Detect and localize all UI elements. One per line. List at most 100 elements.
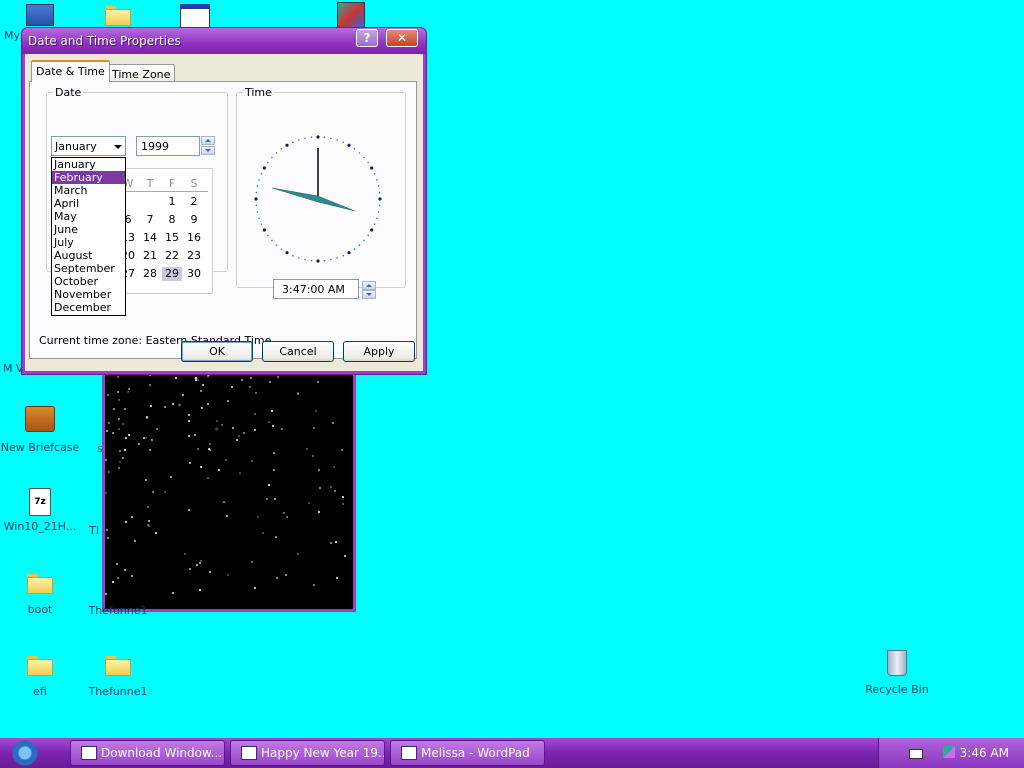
star-dot: [187, 419, 190, 422]
month-dropdown[interactable]: January: [51, 136, 126, 156]
star-dot: [111, 431, 114, 434]
star-dot: [175, 377, 178, 380]
minute-mark: [267, 234, 269, 237]
taskbar-item-happy-new-year[interactable]: Happy New Year 19...: [230, 740, 385, 766]
time-spin-up[interactable]: [362, 281, 376, 290]
star-dot: [207, 477, 210, 480]
taskbar-item-download[interactable]: Download Window...: [70, 740, 225, 766]
year-spin-down[interactable]: [201, 146, 215, 155]
desktop-icon-folder-top[interactable]: [78, 6, 158, 29]
minute-mark: [323, 259, 326, 262]
close-button[interactable]: ✕: [386, 29, 418, 47]
star-dot: [274, 497, 277, 500]
calendar-day[interactable]: 21: [140, 249, 160, 263]
star-dot: [238, 472, 241, 475]
keyboard-icon[interactable]: [909, 749, 923, 759]
month-option[interactable]: May: [52, 210, 125, 223]
desktop-icon-recycle-bin[interactable]: Recycle Bin: [857, 650, 937, 696]
star-dot: [198, 561, 201, 564]
calendar-day[interactable]: 7: [140, 213, 160, 227]
calendar-day[interactable]: 9: [184, 213, 204, 227]
desktop-icon-thefunne1[interactable]: Thefunne1: [78, 604, 158, 617]
month-option-highlighted[interactable]: February: [52, 171, 125, 184]
window-icon[interactable]: [180, 4, 210, 28]
star-dot: [221, 423, 224, 426]
star-dot: [296, 393, 299, 396]
calendar-day[interactable]: 15: [162, 231, 182, 245]
dialog-titlebar[interactable]: Date and Time Properties ? ✕: [22, 28, 426, 54]
desktop-icon-efi[interactable]: efi: [0, 656, 80, 698]
year-spin-up[interactable]: [201, 136, 215, 145]
star-dot: [199, 466, 202, 469]
desktop-icon-thefunne1-bottom[interactable]: Thefunne1: [78, 656, 158, 698]
month-option[interactable]: April: [52, 197, 125, 210]
star-dot: [163, 491, 166, 494]
star-dot: [151, 491, 154, 494]
desktop-icon-partial-s[interactable]: s: [60, 442, 140, 455]
calendar-day[interactable]: 22: [162, 249, 182, 263]
calendar-day[interactable]: 14: [140, 231, 160, 245]
star-dot: [318, 469, 321, 472]
hour-mark: [347, 143, 351, 147]
minute-mark: [378, 204, 381, 207]
month-dropdown-list[interactable]: January February March April May June Ju…: [51, 157, 126, 316]
minute-mark: [255, 204, 258, 207]
time-field[interactable]: 3:47:00 AM: [273, 279, 359, 299]
minute-mark: [260, 172, 263, 175]
ok-button[interactable]: OK: [181, 341, 253, 362]
year-field[interactable]: 1999: [136, 136, 200, 156]
star-dot: [128, 388, 131, 391]
apply-button[interactable]: Apply: [343, 341, 415, 362]
calendar-day[interactable]: 28: [140, 267, 160, 281]
briefcase-icon: [25, 406, 55, 432]
calendar-day[interactable]: 16: [184, 231, 204, 245]
desktop-icon-label: Thefunne1: [88, 604, 148, 617]
month-option[interactable]: June: [52, 223, 125, 236]
month-option[interactable]: December: [52, 301, 125, 314]
month-option[interactable]: January: [52, 158, 125, 171]
tab-time-zone[interactable]: Time Zone: [107, 64, 176, 82]
background-animation-window[interactable]: [102, 366, 356, 612]
hour-mark: [262, 228, 266, 232]
star-dot: [197, 447, 200, 450]
cancel-button[interactable]: Cancel: [262, 341, 334, 362]
taskbar-clock[interactable]: 3:46 AM: [960, 746, 1009, 760]
month-option[interactable]: November: [52, 288, 125, 301]
star-dot: [253, 587, 256, 590]
calendar-day[interactable]: 30: [184, 267, 204, 281]
star-dot: [340, 449, 343, 452]
star-dot: [199, 589, 202, 592]
calendar-day[interactable]: 23: [184, 249, 204, 263]
month-option[interactable]: August: [52, 249, 125, 262]
calendar-day-selected[interactable]: 29: [162, 267, 182, 281]
chevron-down-icon[interactable]: [114, 145, 122, 149]
network-icon[interactable]: [943, 746, 955, 758]
hour-mark: [254, 197, 258, 201]
star-dot: [285, 515, 288, 518]
star-dot: [116, 563, 119, 566]
star-dot: [250, 560, 253, 563]
month-option[interactable]: October: [52, 275, 125, 288]
calendar-day[interactable]: 2: [184, 195, 204, 209]
time-spin-down[interactable]: [362, 290, 376, 299]
star-dot: [117, 399, 120, 402]
taskbar: Download Window... Happy New Year 19... …: [0, 738, 1024, 768]
help-button[interactable]: ?: [356, 29, 378, 47]
month-option[interactable]: March: [52, 184, 125, 197]
app-icon[interactable]: [337, 2, 365, 28]
tab-date-time[interactable]: Date & Time: [31, 60, 110, 82]
calendar-day[interactable]: 8: [162, 213, 182, 227]
month-option[interactable]: September: [52, 262, 125, 275]
start-button[interactable]: [0, 738, 60, 768]
taskbar-item-wordpad[interactable]: Melissa - WordPad: [390, 740, 545, 766]
calendar-day[interactable]: 1: [162, 195, 182, 209]
minute-mark: [298, 257, 300, 259]
star-dot: [131, 575, 134, 578]
month-option[interactable]: July: [52, 236, 125, 249]
desktop-icon-boot[interactable]: boot: [0, 574, 80, 616]
star-dot: [199, 559, 202, 562]
star-dot: [333, 465, 336, 468]
star-dot: [144, 436, 147, 439]
star-dot: [105, 459, 107, 462]
desktop-icon-partial-tl[interactable]: Tl: [54, 524, 134, 537]
